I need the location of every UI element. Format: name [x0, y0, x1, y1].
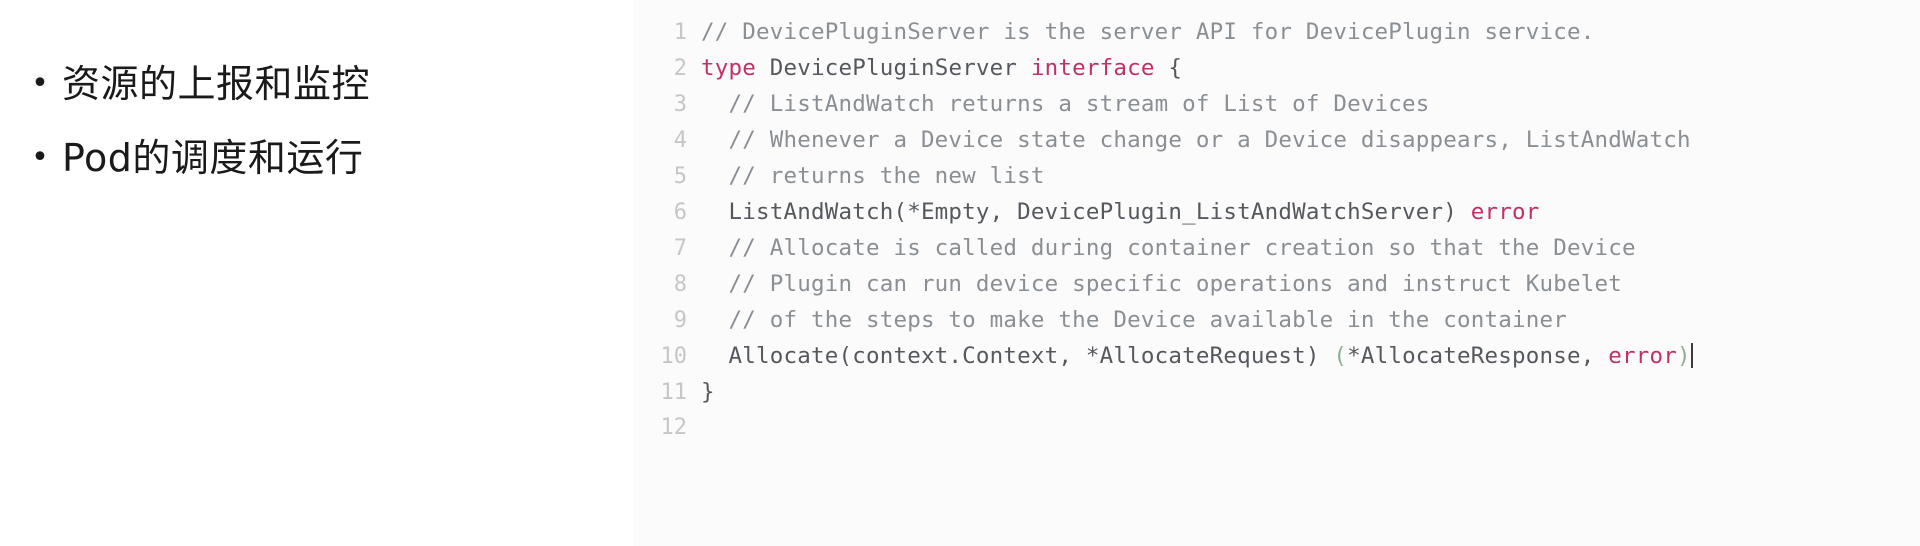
- bullet-dot-icon: •: [31, 140, 49, 175]
- code-line-text[interactable]: ListAndWatch(*Empty, DevicePlugin_ListAn…: [701, 194, 1920, 230]
- text-cursor: [1690, 343, 1693, 368]
- bullet-list-panel: • 资源的上报和监控 • Pod的调度和运行: [0, 0, 633, 546]
- code-token: }: [701, 379, 715, 405]
- code-token: // of the steps to make the Device avail…: [701, 307, 1568, 333]
- code-block-panel[interactable]: 1 // DevicePluginServer is the server API…: [633, 0, 1920, 546]
- code-token: // DevicePluginServer is the server API …: [701, 19, 1595, 45]
- code-token: // ListAndWatch returns a stream of List…: [701, 91, 1430, 117]
- line-number: 3: [673, 92, 687, 117]
- line-number: 8: [673, 272, 687, 297]
- code-line-text[interactable]: // ListAndWatch returns a stream of List…: [701, 86, 1920, 122]
- code-line: 5 // returns the new list: [633, 158, 1920, 194]
- bullet-list: • 资源的上报和监控 • Pod的调度和运行: [0, 58, 633, 184]
- bullet-item: • 资源的上报和监控: [0, 58, 633, 110]
- code-token: Allocate(context.Context, *AllocateReque…: [701, 343, 1334, 369]
- code-line: 3 // ListAndWatch returns a stream of Li…: [633, 86, 1920, 122]
- code-token: // Plugin can run device specific operat…: [701, 271, 1622, 297]
- line-number: 4: [673, 128, 687, 153]
- code-line: 12: [633, 410, 1920, 446]
- code-token: // Whenever a Device state change or a D…: [701, 127, 1691, 153]
- bullet-item-label: 资源的上报和监控: [62, 62, 371, 106]
- code-token: error: [1608, 343, 1677, 369]
- code-token: // Allocate is called during container c…: [701, 235, 1636, 261]
- code-line-text[interactable]: // Allocate is called during container c…: [701, 230, 1920, 266]
- code-line-text[interactable]: // Plugin can run device specific operat…: [701, 266, 1920, 302]
- code-token: interface: [1030, 55, 1155, 81]
- code-line: 8 // Plugin can run device specific oper…: [633, 266, 1920, 302]
- line-number: 2: [673, 56, 687, 81]
- line-number: 7: [673, 236, 687, 261]
- line-number: 5: [673, 164, 687, 189]
- line-number: 9: [673, 308, 687, 333]
- code-token: // returns the new list: [701, 163, 1045, 189]
- code-line-text[interactable]: Allocate(context.Context, *AllocateReque…: [701, 338, 1920, 374]
- code-token: ListAndWatch(*Empty, DevicePlugin_ListAn…: [701, 199, 1471, 225]
- code-line: 9 // of the steps to make the Device ava…: [633, 302, 1920, 338]
- code-token: DevicePluginServer: [756, 55, 1031, 81]
- line-number: 1: [673, 20, 687, 45]
- code-line-text[interactable]: // returns the new list: [701, 158, 1920, 194]
- bullet-dot-icon: •: [31, 66, 49, 101]
- code-line: 11}: [633, 374, 1920, 410]
- slide-root: • 资源的上报和监控 • Pod的调度和运行 1 // DevicePluginServ…: [0, 0, 1920, 546]
- code-line: 2 type DevicePluginServer interface {: [633, 50, 1920, 86]
- line-number: 12: [660, 415, 688, 440]
- bullet-item: • Pod的调度和运行: [0, 132, 633, 184]
- code-token: error: [1470, 199, 1540, 225]
- code-token: *AllocateResponse,: [1347, 343, 1609, 369]
- code-token: type: [701, 55, 756, 81]
- code-token: {: [1154, 55, 1183, 81]
- line-number: 11: [660, 380, 688, 405]
- code-line-text[interactable]: // Whenever a Device state change or a D…: [701, 122, 1920, 158]
- line-number: 10: [660, 344, 688, 369]
- code-line: 1 // DevicePluginServer is the server API…: [633, 14, 1920, 50]
- code-line-text[interactable]: // of the steps to make the Device avail…: [701, 302, 1920, 338]
- code-line: 6 ListAndWatch(*Empty, DevicePlugin_List…: [633, 194, 1920, 230]
- code-line-text[interactable]: type DevicePluginServer interface {: [701, 50, 1920, 86]
- code-token: (: [1333, 343, 1348, 369]
- code-line: 4 // Whenever a Device state change or a…: [633, 122, 1920, 158]
- bullet-item-label: Pod的调度和运行: [62, 136, 364, 180]
- code-token: ): [1677, 343, 1691, 369]
- code-line: 7 // Allocate is called during container…: [633, 230, 1920, 266]
- code-line: 10 Allocate(context.Context, *AllocateRe…: [633, 338, 1920, 374]
- line-number: 6: [673, 200, 687, 225]
- code-line-text[interactable]: }: [701, 374, 1920, 410]
- code-line-text[interactable]: // DevicePluginServer is the server API …: [701, 14, 1920, 50]
- code-lines-container: 1 // DevicePluginServer is the server API…: [633, 14, 1920, 446]
